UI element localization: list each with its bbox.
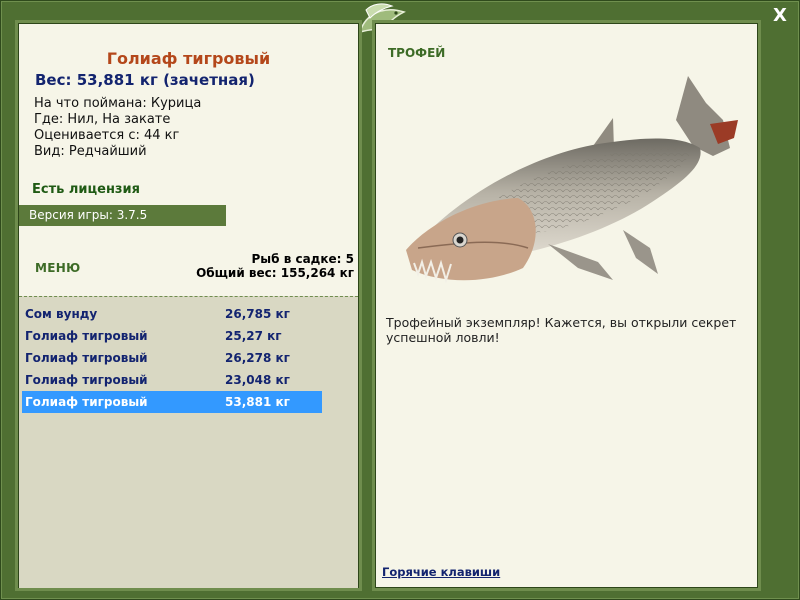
trophy-description: Трофейный экземпляр! Кажется, вы открыли… [386,315,737,345]
fish-weight: Вес: 53,881 кг (зачетная) [35,71,255,89]
catch-name: Голиаф тигровый [25,395,148,409]
catch-list-item[interactable]: Голиаф тигровый 25,27 кг [22,325,322,347]
keepnet-count: Рыб в садке: 5 [251,252,355,266]
catch-list: Сом вунду 26,785 кг Голиаф тигровый 25,2… [19,296,358,588]
location-info: Где: Нил, На закате [34,112,171,127]
fish-info-panel: Голиаф тигровый Вес: 53,881 кг (зачетная… [18,23,359,588]
fish-name-title: Голиаф тигровый [106,49,271,68]
catch-weight: 26,785 кг [225,307,290,321]
tiger-goliath-fish-image [406,76,738,284]
species-rarity-info: Вид: Редчайший [34,144,147,159]
catch-list-item[interactable]: Сом вунду 26,785 кг [22,303,322,325]
game-version-bar: Версия игры: 3.7.5 [19,205,226,226]
menu-button[interactable]: МЕНЮ [35,261,80,275]
catch-weight: 26,278 кг [225,351,290,365]
catch-weight: 25,27 кг [225,329,282,343]
catch-weight: 23,048 кг [225,373,290,387]
trophy-panel: ТРОФЕЙ Трофейный экземпляр! Кажется, вы … [375,23,758,588]
license-status: Есть лицензия [32,182,140,197]
catch-name: Голиаф тигровый [25,329,148,343]
valuation-info: Оценивается с: 44 кг [34,128,180,143]
catch-list-item-selected[interactable]: Голиаф тигровый 53,881 кг [22,391,322,413]
keepnet-total-weight: Общий вес: 155,264 кг [196,266,354,280]
catch-name: Голиаф тигровый [25,373,148,387]
bait-info: На что поймана: Курица [34,96,202,111]
keepnet-summary: Рыб в садке: 5 Общий вес: 155,264 кг [196,252,354,280]
close-button[interactable]: X [770,6,790,26]
catch-name: Сом вунду [25,307,98,321]
hotkeys-link[interactable]: Горячие клавиши [382,565,500,579]
close-icon[interactable]: X [773,5,787,26]
catch-name: Голиаф тигровый [25,351,148,365]
catch-list-item[interactable]: Голиаф тигровый 23,048 кг [22,369,322,391]
catch-list-item[interactable]: Голиаф тигровый 26,278 кг [22,347,322,369]
catch-weight: 53,881 кг [225,395,290,409]
